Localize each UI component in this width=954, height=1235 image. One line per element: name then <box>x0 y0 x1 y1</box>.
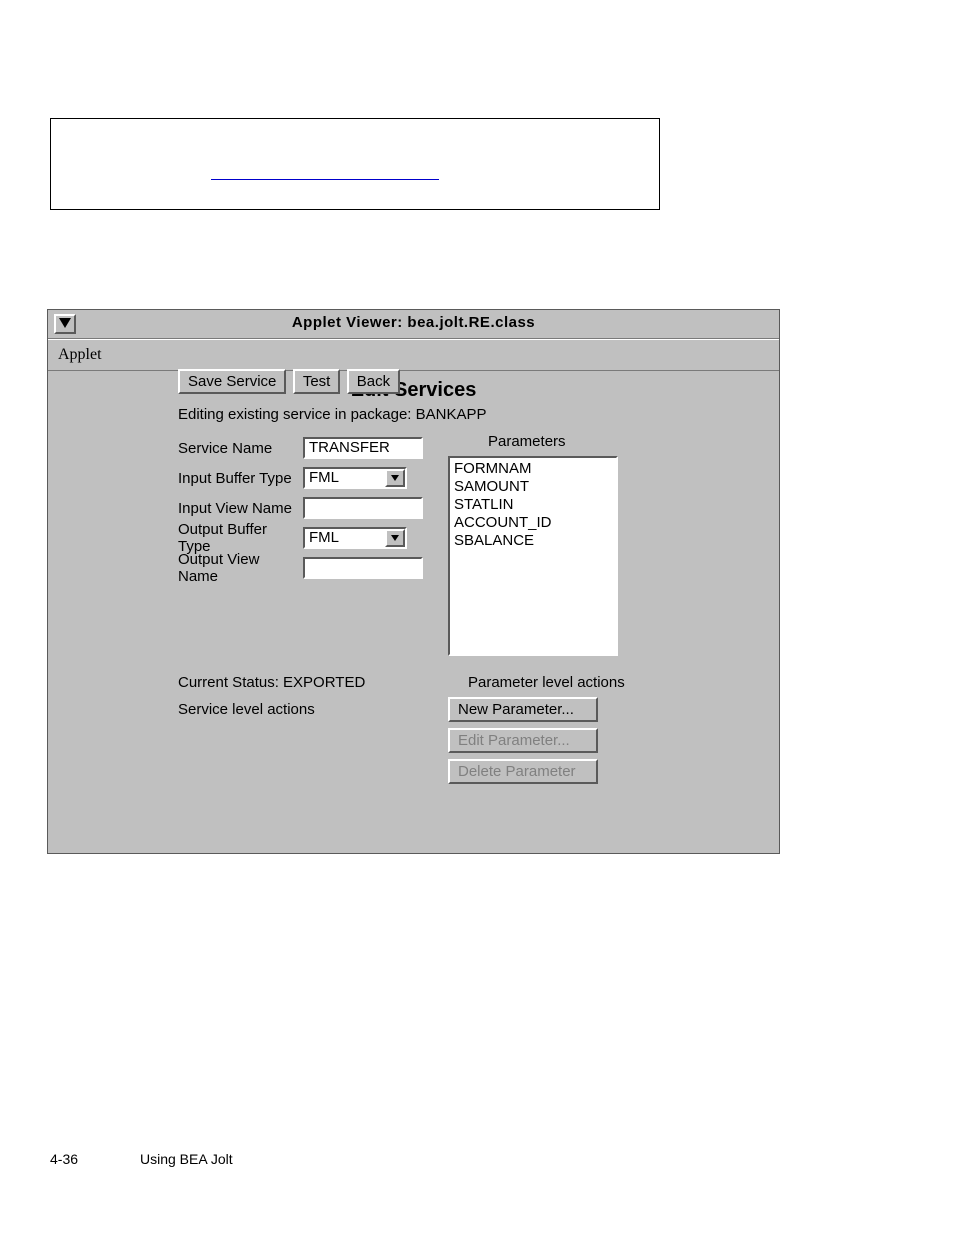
chevron-down-icon <box>391 475 399 481</box>
page-heading: Edit Services <box>48 379 779 402</box>
left-column: Service Name TRANSFER Input Buffer Type … <box>178 433 448 583</box>
right-column: Parameters FORMNAM SAMOUNT STATLIN ACCOU… <box>448 433 618 656</box>
lower-area: Current Status: EXPORTED Service level a… <box>178 674 759 790</box>
back-button[interactable]: Back <box>347 369 400 394</box>
parameters-listbox[interactable]: FORMNAM SAMOUNT STATLIN ACCOUNT_ID SBALA… <box>448 456 618 656</box>
row-output-view-name: Output View Name <box>178 553 448 583</box>
list-item[interactable]: FORMNAM <box>454 460 612 478</box>
page: Applet Viewer: bea.jolt.RE.class Applet … <box>0 0 954 1235</box>
form-subtitle: Editing existing service in package: BAN… <box>178 406 759 423</box>
delete-parameter-button[interactable]: Delete Parameter <box>448 759 598 784</box>
bottom-buttons: Save Service Test Back <box>178 369 402 400</box>
parameter-button-stack: New Parameter... Edit Parameter... Delet… <box>448 697 625 784</box>
service-name-input[interactable]: TRANSFER <box>303 437 423 459</box>
info-link-underline <box>211 179 439 180</box>
edit-parameter-button[interactable]: Edit Parameter... <box>448 728 598 753</box>
form-columns: Service Name TRANSFER Input Buffer Type … <box>178 433 759 656</box>
label-output-view-name: Output View Name <box>178 551 303 585</box>
label-output-buffer-type: Output Buffer Type <box>178 521 303 555</box>
list-item[interactable]: SAMOUNT <box>454 478 612 496</box>
titlebar: Applet Viewer: bea.jolt.RE.class <box>48 310 779 339</box>
input-buffer-type-value: FML <box>305 469 385 487</box>
test-button[interactable]: Test <box>293 369 341 394</box>
content-area: Edit Services Editing existing service i… <box>48 371 779 402</box>
window-title: Applet Viewer: bea.jolt.RE.class <box>48 314 779 331</box>
parameter-level-actions-label: Parameter level actions <box>468 674 625 691</box>
list-item[interactable]: SBALANCE <box>454 532 612 550</box>
service-level-actions-label: Service level actions <box>178 701 448 718</box>
list-item[interactable]: STATLIN <box>454 496 612 514</box>
row-input-buffer-type: Input Buffer Type FML <box>178 463 448 493</box>
input-buffer-type-dropdown-button[interactable] <box>385 469 405 487</box>
output-buffer-type-select[interactable]: FML <box>303 527 407 549</box>
footer-text: Using BEA Jolt <box>140 1151 233 1167</box>
output-buffer-type-value: FML <box>305 529 385 547</box>
row-output-buffer-type: Output Buffer Type FML <box>178 523 448 553</box>
footer-page-number: 4-36 <box>50 1151 78 1167</box>
row-input-view-name: Input View Name <box>178 493 448 523</box>
output-buffer-type-dropdown-button[interactable] <box>385 529 405 547</box>
applet-window: Applet Viewer: bea.jolt.RE.class Applet … <box>47 309 780 854</box>
lower-right: Parameter level actions New Parameter...… <box>448 674 625 790</box>
current-status: Current Status: EXPORTED <box>178 674 448 691</box>
menu-applet[interactable]: Applet <box>58 346 102 363</box>
save-service-button[interactable]: Save Service <box>178 369 286 394</box>
new-parameter-button[interactable]: New Parameter... <box>448 697 598 722</box>
list-item[interactable]: ACCOUNT_ID <box>454 514 612 532</box>
label-service-name: Service Name <box>178 440 303 457</box>
info-box <box>50 118 660 210</box>
output-view-name-input[interactable] <box>303 557 423 579</box>
input-buffer-type-select[interactable]: FML <box>303 467 407 489</box>
input-view-name-input[interactable] <box>303 497 423 519</box>
label-input-view-name: Input View Name <box>178 500 303 517</box>
menubar: Applet <box>48 339 779 371</box>
label-parameters: Parameters <box>488 433 618 450</box>
chevron-down-icon <box>391 535 399 541</box>
lower-left: Current Status: EXPORTED Service level a… <box>178 674 448 790</box>
row-service-name: Service Name TRANSFER <box>178 433 448 463</box>
label-input-buffer-type: Input Buffer Type <box>178 470 303 487</box>
